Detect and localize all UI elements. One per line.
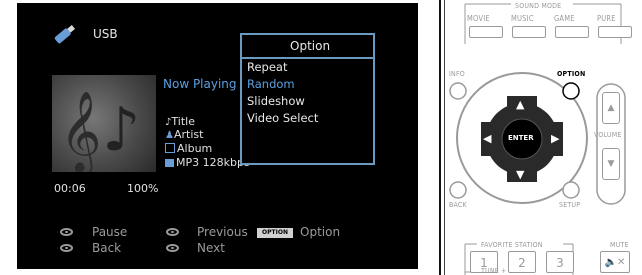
option-item-video-select[interactable]: Video Select <box>247 111 318 125</box>
speaker-mute-icon: 🔈✕ <box>604 257 626 268</box>
volume-label: VOLUME <box>594 131 622 139</box>
sound-mode-label: SOUND MODE <box>515 2 562 10</box>
audio-format-icon <box>165 159 174 167</box>
option-item-repeat[interactable]: Repeat <box>247 60 287 74</box>
pure-button[interactable] <box>598 26 632 38</box>
previous-button-icon <box>166 228 179 236</box>
title-text: Title <box>171 115 195 128</box>
option-item-slideshow[interactable]: Slideshow <box>247 94 305 108</box>
now-playing-label: Now Playing <box>163 77 237 91</box>
info-label: INFO <box>449 70 465 78</box>
person-icon: ♟ <box>165 130 174 141</box>
volume-down-button[interactable]: ▼ <box>602 148 620 180</box>
tv-screen-frame: USB 𝄞 ♪ Now Playing ♪Title ♟Artist Album… <box>0 0 430 275</box>
album-art: 𝄞 ♪ <box>52 75 156 175</box>
favorite-3-button[interactable]: 3 <box>546 251 574 273</box>
option-item-random[interactable]: Random <box>247 77 295 91</box>
pause-button-icon <box>60 228 73 236</box>
elapsed-time: 00:06 <box>54 182 86 195</box>
option-menu-title: Option <box>242 35 373 59</box>
tune-label: TUNE + <box>481 267 507 275</box>
back-button-icon <box>60 244 73 252</box>
next-button-icon <box>166 244 179 252</box>
enter-button[interactable]: ENTER <box>508 134 534 142</box>
movie-button[interactable] <box>469 26 503 38</box>
music-note-icon: 𝄞 ♪ <box>60 90 140 175</box>
right-arrow-button[interactable]: ▶ <box>551 132 559 145</box>
setup-label: SETUP <box>559 201 581 209</box>
remote-left-edge <box>439 0 441 275</box>
sound-mode-movie-label: MOVIE <box>467 14 490 23</box>
sound-mode-music-label: MUSIC <box>511 14 534 23</box>
legend-next: Next <box>197 241 225 255</box>
favorite-2-button[interactable]: 2 <box>508 251 536 273</box>
format-row: MP3 128kbps <box>165 156 250 169</box>
svg-text:𝄞: 𝄞 <box>60 90 101 172</box>
legend-previous: Previous <box>197 225 248 239</box>
progress-percent: 100% <box>127 182 159 195</box>
sound-mode-pure-label: PURE <box>597 14 616 23</box>
option-button[interactable] <box>563 83 579 99</box>
down-arrow-button[interactable]: ▼ <box>516 168 524 181</box>
option-menu: Option Repeat Random Slideshow Video Sel… <box>240 33 375 165</box>
setup-button[interactable] <box>563 182 579 198</box>
mute-label: MUTE <box>610 241 629 249</box>
remote-body: SOUND MODE MOVIE MUSIC GAME PURE INFO OP… <box>444 0 642 275</box>
left-arrow-button[interactable]: ◀ <box>483 132 491 145</box>
source-label: USB <box>93 27 118 41</box>
album-row: Album <box>165 142 212 155</box>
usb-stick-icon <box>54 25 76 44</box>
favorite-station-label: FAVORITE STATION <box>481 241 543 249</box>
legend-option: Option <box>300 225 341 239</box>
option-label: OPTION <box>557 70 586 78</box>
option-badge: OPTION <box>257 228 293 238</box>
svg-text:♪: ♪ <box>102 95 140 165</box>
album-icon <box>165 143 175 153</box>
legend-pause: Pause <box>92 225 128 239</box>
title-row: ♪Title <box>165 115 195 128</box>
game-button[interactable] <box>555 26 589 38</box>
back-button[interactable] <box>450 182 466 198</box>
mute-button[interactable]: 🔈✕ <box>600 251 630 273</box>
album-text: Album <box>177 142 213 155</box>
back-label: BACK <box>449 201 467 209</box>
up-arrow-button[interactable]: ▲ <box>516 98 524 111</box>
volume-up-button[interactable]: ▲ <box>602 92 620 124</box>
artist-text: Artist <box>173 128 204 141</box>
info-button[interactable] <box>450 83 466 99</box>
format-text: MP3 128kbps <box>176 156 250 169</box>
legend-back: Back <box>92 241 122 255</box>
music-button[interactable] <box>512 26 546 38</box>
sound-mode-game-label: GAME <box>554 14 575 23</box>
artist-row: ♟Artist <box>165 128 203 141</box>
